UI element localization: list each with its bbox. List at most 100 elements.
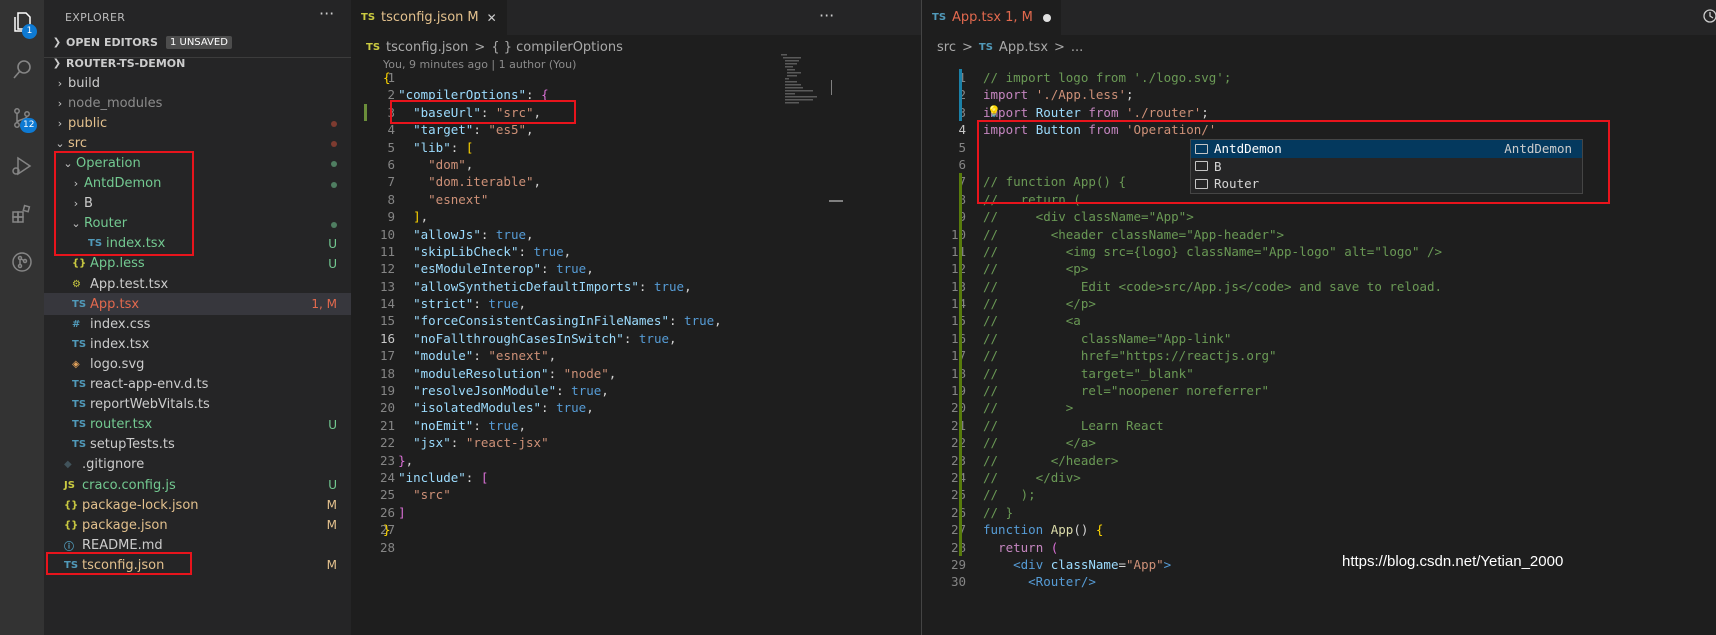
- suggest-item[interactable]: B: [1191, 158, 1582, 176]
- code-token: true: [533, 243, 564, 259]
- activity-bar: 1 12: [0, 0, 44, 635]
- unsaved-dot-icon[interactable]: [1042, 13, 1051, 22]
- git-status: M: [326, 498, 337, 513]
- code-token: "forceConsistentCasingInFileNames": [413, 313, 669, 329]
- more-actions-icon[interactable]: ···: [819, 6, 834, 25]
- breadcrumb-separator: >: [1054, 39, 1065, 55]
- folder-icon: [1195, 143, 1208, 154]
- tree-file[interactable]: TS reportWebVitals.ts: [44, 394, 351, 416]
- tree-file[interactable]: TS index.tsx: [44, 333, 351, 355]
- git-status: [311, 136, 351, 150]
- code-line: "jsx": "react-jsx": [383, 434, 722, 451]
- line-number: 29: [950, 556, 966, 572]
- tree-item-label: craco.config.js: [82, 477, 176, 493]
- code-token: // href="https://reactjs.org": [983, 348, 1277, 364]
- project-section[interactable]: ❯ ROUTER-TS-DEMON: [44, 52, 351, 74]
- code-area[interactable]: { "compilerOptions": { "baseUrl": "src",…: [383, 69, 722, 556]
- minimap[interactable]: [779, 52, 829, 107]
- tree-file[interactable]: {} package-lock.json M: [44, 494, 351, 516]
- breadcrumb-symbol[interactable]: { } compilerOptions: [491, 40, 623, 55]
- code-line: "allowSyntheticDefaultImports": true,: [383, 278, 722, 295]
- code-line: // );: [983, 486, 1442, 503]
- code-token: div: [1020, 556, 1051, 572]
- code-token: ,: [563, 243, 572, 259]
- code-line: import './App.less';: [983, 86, 1442, 103]
- tree-file[interactable]: TS setupTests.ts: [44, 434, 351, 456]
- code-token: ,: [586, 261, 594, 277]
- code-token: ,: [548, 348, 557, 364]
- history-icon[interactable]: [1702, 8, 1716, 28]
- tab-app-tsx[interactable]: TS App.tsx 1, M: [922, 0, 1061, 35]
- tree-file[interactable]: TS react-app-env.d.ts: [44, 374, 351, 396]
- code-token: "jsx": [413, 435, 451, 451]
- file-type-icon: TS: [72, 338, 87, 350]
- code-token: import: [983, 87, 1036, 103]
- tree-file[interactable]: JS craco.config.js U: [44, 474, 351, 496]
- breadcrumb-file[interactable]: App.tsx: [999, 40, 1048, 55]
- git-status: U: [328, 256, 337, 271]
- tree-folder[interactable]: › public: [44, 112, 351, 134]
- code-line: // className="App-link": [983, 330, 1442, 347]
- lightbulb-icon[interactable]: 💡: [987, 105, 1001, 118]
- code-token: :: [450, 435, 466, 451]
- line-number: 30: [950, 574, 966, 590]
- code-line: // href="https://reactjs.org": [983, 347, 1442, 364]
- suggest-widget[interactable]: AntdDemon AntdDemon B Router: [1190, 139, 1583, 194]
- editor-group-2: TS App.tsx 1, M src > TS App.tsx > ... 1…: [921, 0, 1716, 635]
- run-debug-icon[interactable]: [0, 144, 44, 188]
- tree-folder[interactable]: › node_modules: [44, 92, 351, 114]
- tree-folder[interactable]: › build: [44, 72, 351, 94]
- code-token: ,: [533, 174, 542, 190]
- breadcrumb-file[interactable]: tsconfig.json: [386, 40, 468, 55]
- search-icon[interactable]: [0, 48, 44, 92]
- git-status: [311, 177, 351, 191]
- code-line: // Edit <code>src/App.js</code> and save…: [983, 278, 1442, 295]
- tree-file[interactable]: # index.css: [44, 313, 351, 335]
- tree-item-label: README.md: [82, 537, 163, 553]
- more-actions-icon[interactable]: ···: [319, 4, 334, 23]
- tree-file[interactable]: {} package.json M: [44, 514, 351, 536]
- extensions-icon[interactable]: [0, 192, 44, 236]
- line-number: 6: [958, 156, 966, 172]
- code-token: "esModuleInterop": [413, 261, 542, 277]
- breadcrumb: src > TS App.tsx > ...: [922, 36, 1716, 58]
- tree-file[interactable]: ◆ .gitignore: [44, 454, 351, 476]
- code-line: // </p>: [983, 295, 1442, 312]
- file-type-icon: {}: [72, 258, 87, 270]
- code-token: true: [638, 330, 669, 346]
- tree-file[interactable]: TS App.tsx 1, M: [44, 293, 351, 316]
- code-token: :: [473, 348, 489, 364]
- tab-tsconfig[interactable]: TS tsconfig.json M ✕: [351, 0, 507, 35]
- suggest-item[interactable]: AntdDemon AntdDemon: [1191, 140, 1582, 158]
- tree-file[interactable]: {} App.less U: [44, 253, 351, 275]
- tree-item-label: App.less: [90, 256, 145, 272]
- code-token: "strict": [413, 296, 474, 312]
- code-token: // <a: [983, 313, 1081, 329]
- git-graph-icon[interactable]: [0, 240, 44, 284]
- tree-file[interactable]: ⚙ App.test.tsx: [44, 273, 351, 295]
- code-token: >: [1163, 556, 1172, 572]
- code-token: true: [653, 278, 685, 294]
- open-editors-section[interactable]: ❯ OPEN EDITORS 1 UNSAVED: [44, 31, 351, 53]
- suggest-item[interactable]: Router: [1191, 175, 1582, 193]
- code-token: :: [518, 243, 534, 259]
- explorer-icon[interactable]: 1: [0, 0, 44, 44]
- breadcrumb-rest[interactable]: ...: [1071, 40, 1083, 55]
- tree-item-label: logo.svg: [90, 356, 145, 372]
- source-control-icon[interactable]: 12: [0, 96, 44, 140]
- close-icon[interactable]: ✕: [487, 11, 497, 25]
- explorer-badge: 1: [22, 24, 37, 39]
- breadcrumb-folder[interactable]: src: [937, 40, 956, 55]
- tree-file[interactable]: ◈ logo.svg: [44, 353, 351, 375]
- tree-file[interactable]: TS router.tsx U: [44, 414, 351, 436]
- code-token: // >: [983, 400, 1074, 416]
- code-line: import Router from './router';: [983, 104, 1442, 121]
